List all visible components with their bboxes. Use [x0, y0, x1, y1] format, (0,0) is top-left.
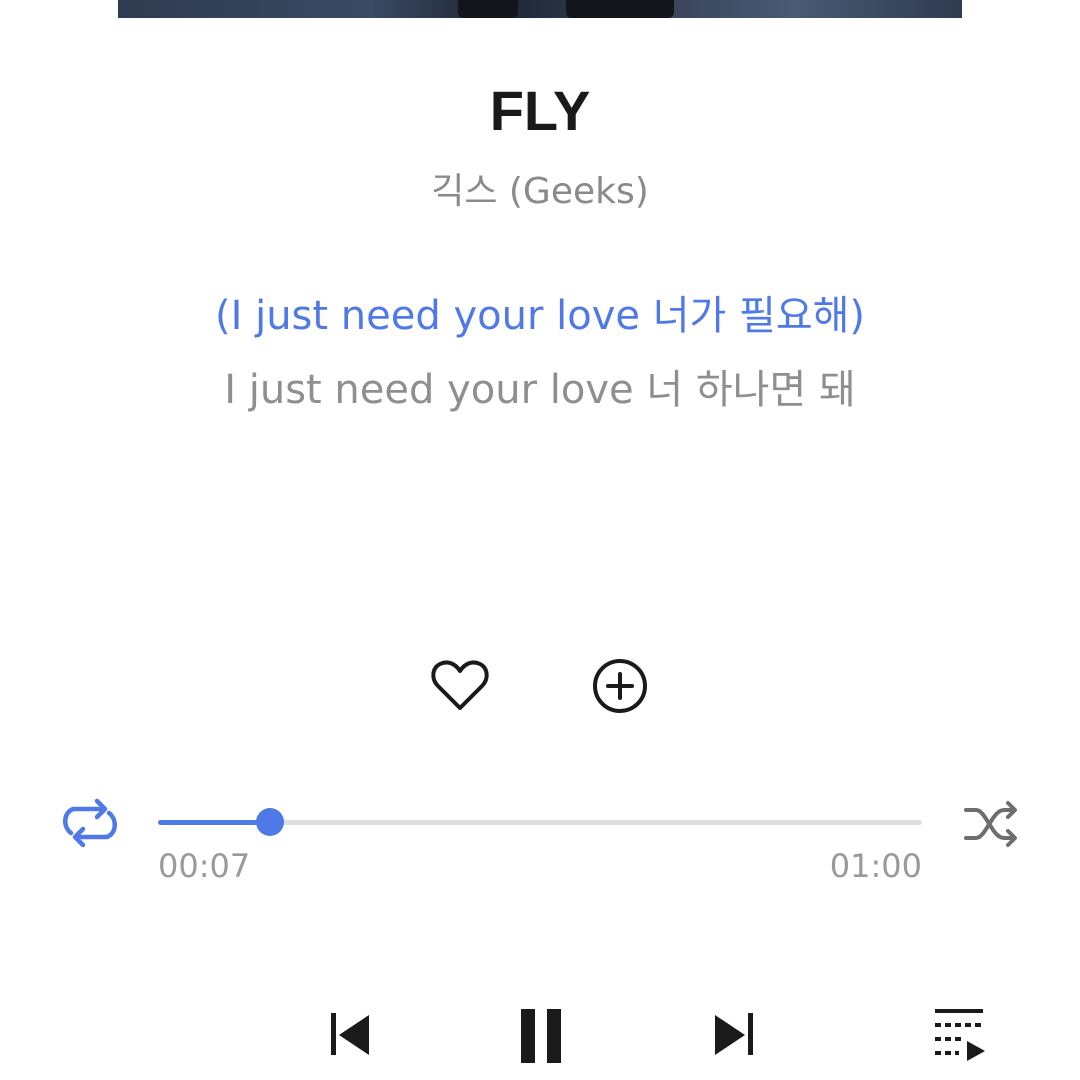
shuffle-icon — [964, 801, 1017, 847]
total-duration: 01:00 — [829, 847, 922, 885]
lyric-line-next[interactable]: I just need your love 너 하나면 돼 — [0, 364, 1080, 416]
playlist-icon — [935, 1009, 985, 1061]
lyric-line-current[interactable]: (I just need your love 너가 필요해) — [0, 290, 1080, 342]
skip-previous-icon — [331, 1013, 369, 1055]
heart-outline-icon — [431, 660, 489, 710]
add-to-playlist-button[interactable] — [588, 654, 652, 718]
pause-icon — [521, 1009, 561, 1063]
add-circle-icon — [593, 659, 647, 713]
previous-button[interactable] — [318, 1000, 380, 1062]
elapsed-time: 00:07 — [158, 847, 251, 885]
repeat-icon — [63, 798, 117, 848]
progress-thumb[interactable] — [255, 808, 284, 836]
progress-slider[interactable] — [158, 808, 922, 836]
queue-button[interactable] — [926, 998, 992, 1064]
shuffle-button[interactable] — [956, 794, 1024, 854]
progress-fill — [158, 820, 270, 825]
artist-name[interactable]: 긱스 (Geeks) — [0, 168, 1080, 216]
next-button[interactable] — [702, 1000, 764, 1062]
skip-next-icon — [715, 1013, 753, 1055]
repeat-button[interactable] — [56, 792, 124, 854]
song-title: FLY — [489, 79, 591, 142]
like-button[interactable] — [428, 654, 492, 718]
play-pause-button[interactable] — [508, 996, 574, 1066]
album-art — [118, 0, 962, 18]
